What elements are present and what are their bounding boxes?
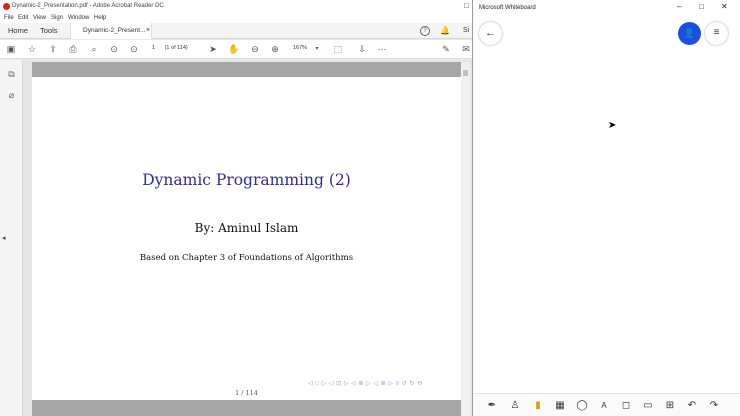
lasso-icon[interactable]: ◯ (575, 399, 589, 413)
page-up-icon[interactable]: ⊙ (108, 43, 120, 55)
menu-edit[interactable]: Edit (18, 15, 28, 21)
acrobat-menubar: File Edit View Sign Window Help (0, 13, 472, 23)
mail-icon[interactable]: ✉ (460, 43, 472, 55)
acrobat-window-title: Dynamic-2_Presentation.pdf - Adobe Acrob… (12, 3, 164, 9)
slide-footer-bar (32, 400, 461, 416)
tab-tools[interactable]: Tools (40, 23, 58, 39)
whiteboard-tool-bar: ✒ ♙ ▮ ▦ ◯ A ◻ ▭ ⊞ ↶ ↷ (473, 393, 740, 416)
note-icon[interactable]: ◻ (619, 399, 633, 413)
undo-icon[interactable]: ↶ (685, 399, 699, 413)
redo-icon[interactable]: ↷ (707, 399, 721, 413)
ruler-icon[interactable]: ▦ (553, 399, 567, 413)
select-cursor-icon[interactable]: ➤ (207, 43, 219, 55)
desktop: Dynamic-2_Presentation.pdf - Adobe Acrob… (0, 0, 740, 416)
highlighter-icon[interactable]: ♙ (508, 399, 522, 413)
tab-document[interactable]: Dynamic-2_Present... × (70, 23, 152, 39)
insert-icon[interactable]: ⊞ (663, 399, 677, 413)
tab-close-icon[interactable]: × (146, 23, 150, 39)
menu-window[interactable]: Window (68, 15, 89, 21)
help-icon[interactable]: ? (420, 26, 430, 36)
close-icon[interactable]: ✕ (721, 2, 728, 11)
hand-tool-icon[interactable]: ✋ (228, 43, 240, 55)
whiteboard-window-title: Microsoft Whiteboard (479, 5, 536, 11)
zoom-level[interactable]: 167% (293, 45, 307, 51)
maximize-icon[interactable]: □ (699, 2, 704, 11)
slide-header-bar (32, 62, 461, 77)
text-icon[interactable]: A (597, 399, 611, 413)
eraser-icon[interactable]: ▮ (531, 399, 545, 413)
acrobat-app-icon (3, 3, 10, 10)
maximize-icon[interactable]: □ (464, 1, 469, 10)
page-thumbnails-icon[interactable]: ⧉ (6, 69, 17, 80)
acrobat-toolbar: ▣ ☆ ⇪ ⎙ ⌕ ⊙ ⊙ 1 (1 of 114) ➤ ✋ ⊖ ⊕ 167% … (0, 40, 472, 59)
page-number-input[interactable]: 1 (152, 45, 155, 51)
menu-help[interactable]: Help (94, 15, 106, 21)
sign-in-link[interactable]: Si (463, 27, 469, 34)
attachment-icon[interactable]: ⌀ (6, 90, 17, 101)
page-navigator[interactable]: 1 (1 of 114) (152, 45, 188, 51)
tab-document-label: Dynamic-2_Present... (83, 27, 146, 34)
slide-author: By: Aminul Islam (194, 221, 299, 235)
acrobat-window: Dynamic-2_Presentation.pdf - Adobe Acrob… (0, 0, 472, 416)
settings-menu-button[interactable]: ≡ (705, 22, 728, 45)
fit-page-icon[interactable]: ⬚ (332, 43, 344, 55)
slide-title: Dynamic Programming (2) (142, 171, 351, 189)
page-down-icon[interactable]: ⊙ (128, 43, 140, 55)
menu-view[interactable]: View (33, 15, 46, 21)
star-icon[interactable]: ☆ (26, 43, 38, 55)
whiteboard-titlebar: Microsoft Whiteboard – □ ✕ (473, 0, 740, 16)
whiteboard-window: Microsoft Whiteboard – □ ✕ ← 👤 ≡ ➤ ✒ ♙ ▮… (472, 0, 740, 416)
upload-icon[interactable]: ⇪ (47, 43, 59, 55)
pen-icon[interactable]: ✒ (485, 399, 499, 413)
menu-sign[interactable]: Sign (51, 15, 63, 21)
slide-subtitle: Based on Chapter 3 of Foundations of Alg… (139, 253, 354, 263)
minimize-icon[interactable]: – (677, 2, 681, 11)
whiteboard-canvas[interactable] (473, 50, 740, 393)
expand-pane-arrow-icon[interactable]: ◂ (2, 234, 6, 242)
sign-pen-icon[interactable]: ✎ (440, 43, 452, 55)
zoom-in-icon[interactable]: ⊕ (269, 43, 281, 55)
beamer-navigation-symbols[interactable]: ◁ □ ▷ ◁ ⊡ ▷ ◁ ≣ ▷ ◁ ≣ ▷ ≡ ↺ ↻ ⟲ (308, 380, 458, 388)
invite-user-button[interactable]: 👤 (678, 22, 701, 45)
acrobat-tabbar: Home Tools Dynamic-2_Present... × ? 🔔 Si (0, 23, 472, 39)
more-tools-icon[interactable]: ⋯ (376, 43, 388, 55)
page-count: (1 of 114) (164, 45, 188, 51)
document-view[interactable]: Dynamic Programming (2) By: Aminul Islam… (23, 60, 472, 416)
print-icon[interactable]: ⎙ (67, 43, 79, 55)
pdf-slide-page: Dynamic Programming (2) By: Aminul Islam… (32, 62, 461, 416)
slide-page-number: 1 / 114 (235, 389, 258, 397)
navigation-pane: ⧉ ⌀ ◂ (0, 60, 23, 416)
user-icon: 👤 (683, 28, 696, 38)
scrollbar-thumb[interactable] (463, 70, 468, 76)
scroll-mode-icon[interactable]: ⇩ (356, 43, 368, 55)
image-icon[interactable]: ▭ (641, 399, 655, 413)
vertical-scrollbar[interactable] (461, 62, 470, 416)
zoom-out-icon[interactable]: ⊖ (249, 43, 261, 55)
save-icon[interactable]: ▣ (5, 43, 17, 55)
tab-home[interactable]: Home (8, 23, 28, 39)
zoom-search-icon[interactable]: ⌕ (88, 43, 100, 55)
mouse-pointer-icon: ➤ (608, 120, 617, 131)
arrow-left-icon: ← (485, 27, 496, 39)
menu-file[interactable]: File (4, 15, 14, 21)
back-button[interactable]: ← (479, 22, 502, 45)
hamburger-icon: ≡ (713, 27, 720, 38)
chevron-down-icon[interactable]: ▾ (311, 43, 323, 55)
bell-icon[interactable]: 🔔 (440, 26, 450, 35)
acrobat-titlebar: Dynamic-2_Presentation.pdf - Adobe Acrob… (0, 0, 472, 13)
